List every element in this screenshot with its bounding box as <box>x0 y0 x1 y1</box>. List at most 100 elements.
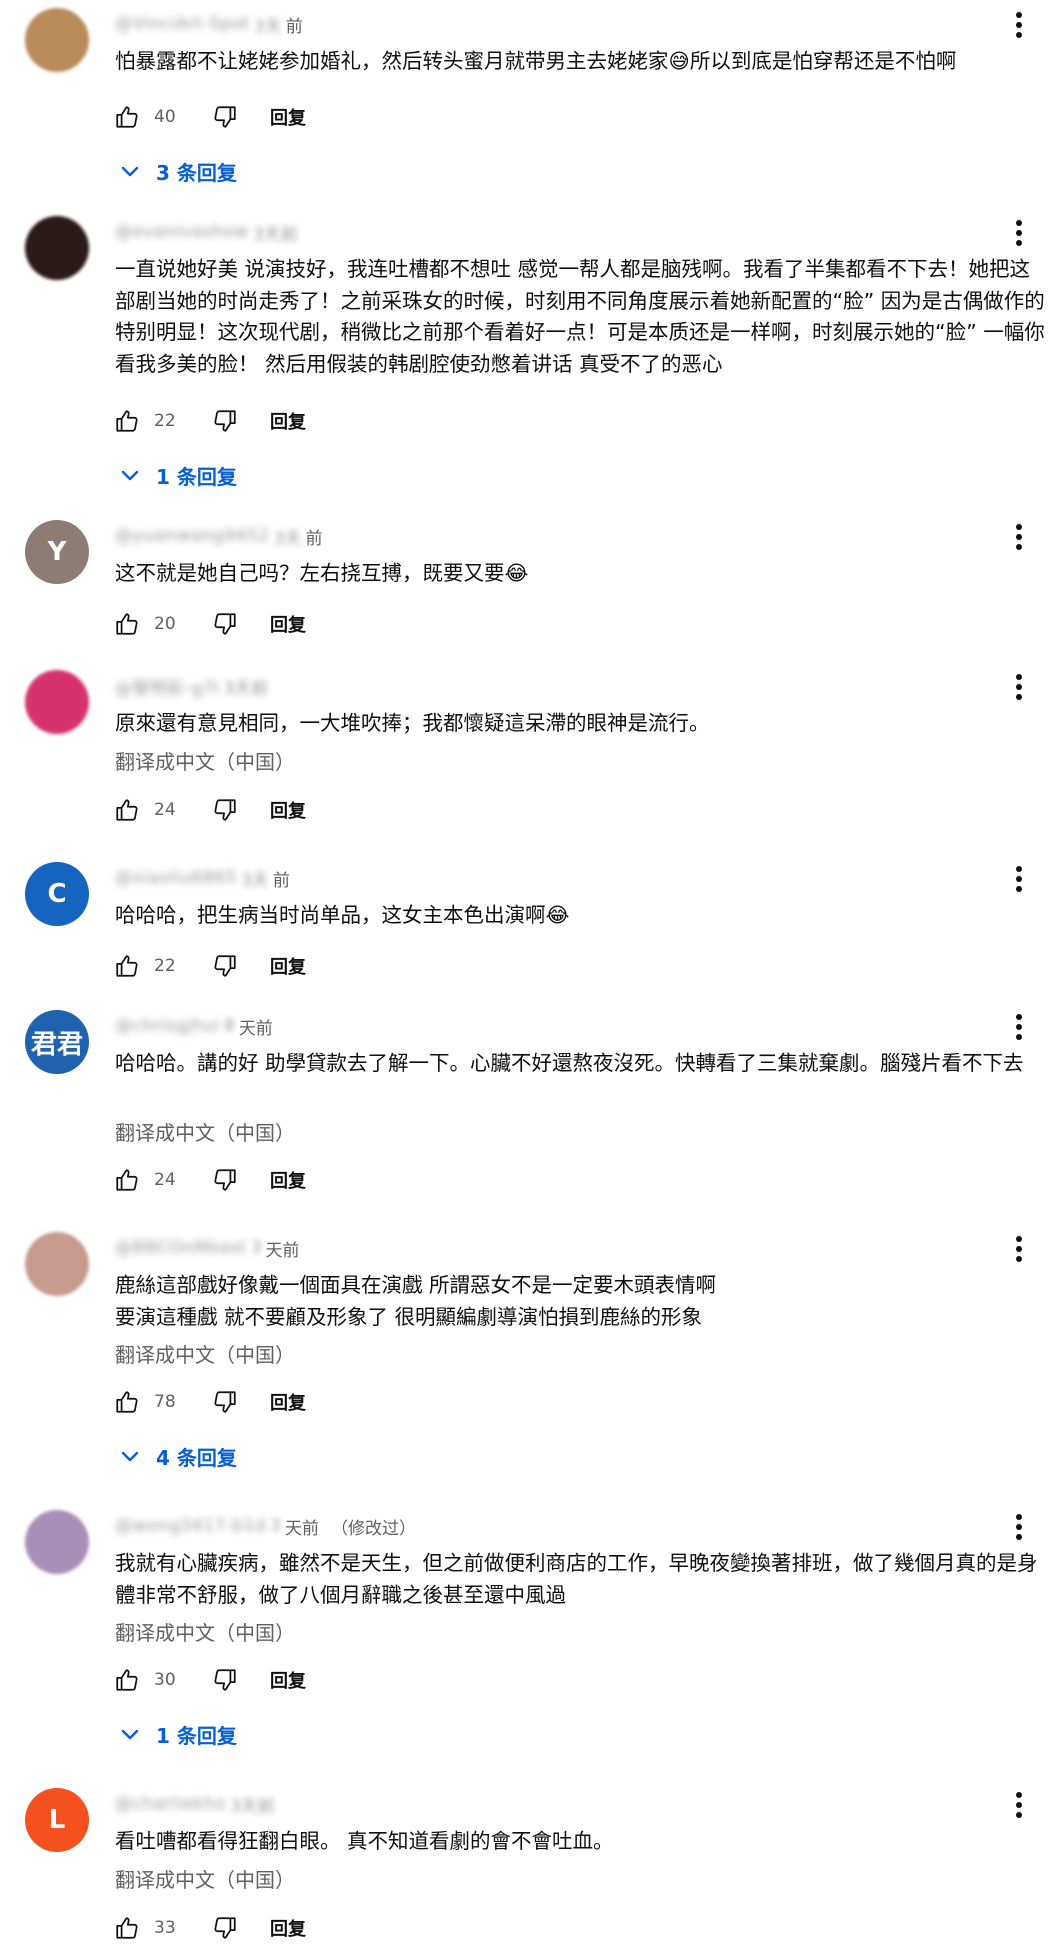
avatar[interactable] <box>25 1232 89 1296</box>
dislike-icon[interactable] <box>210 795 240 825</box>
comment-meta: @yuanwang9452 3天前 <box>115 522 323 550</box>
timestamp-blurred: 3天 <box>253 16 282 37</box>
author-handle[interactable]: @wong3417-b1d <box>115 1516 266 1536</box>
view-replies-button[interactable]: 1 条回复 <box>118 1717 237 1751</box>
timestamp[interactable]: 天前 <box>285 1514 319 1539</box>
chevron-down-icon <box>118 1444 142 1468</box>
timestamp[interactable]: 前 <box>273 866 290 891</box>
reply-button[interactable]: 回复 <box>270 797 306 823</box>
like-icon[interactable] <box>112 1665 142 1695</box>
author-handle[interactable]: @黎明彩-g7l <box>115 674 219 699</box>
dislike-icon[interactable] <box>210 1165 240 1195</box>
like-count: 22 <box>154 956 176 976</box>
chevron-down-icon <box>118 463 142 487</box>
reply-button[interactable]: 回复 <box>270 611 306 637</box>
author-handle[interactable]: @yuanwang9452 <box>115 526 270 546</box>
more-actions-icon[interactable] <box>1005 1010 1033 1044</box>
reply-button[interactable]: 回复 <box>270 1167 306 1193</box>
avatar[interactable]: Y <box>25 520 89 584</box>
timestamp-blurred: 3 <box>250 1238 262 1258</box>
author-handle[interactable]: @VinciArt-Spot <box>115 14 250 34</box>
translate-link[interactable]: 翻译成中文（中国） <box>115 1339 295 1368</box>
avatar-initial: Y <box>47 537 67 567</box>
avatar[interactable] <box>25 1510 89 1574</box>
chevron-down-icon <box>118 159 142 183</box>
timestamp[interactable]: 天前 <box>239 1014 273 1039</box>
chevron-down-icon <box>118 1722 142 1746</box>
replies-count-label: 3 条回复 <box>156 160 237 185</box>
dislike-icon[interactable] <box>210 609 240 639</box>
comment-text: 我就有心臟疾病，雖然不是天生，但之前做便利商店的工作，早晚夜變換著排班，做了幾個… <box>115 1551 1038 1607</box>
translate-link[interactable]: 翻译成中文（中国） <box>115 1117 295 1146</box>
more-actions-icon[interactable] <box>1005 520 1033 554</box>
like-icon[interactable] <box>112 609 142 639</box>
dislike-icon[interactable] <box>210 1665 240 1695</box>
author-handle[interactable]: @chrisgjhui <box>115 1016 220 1036</box>
avatar[interactable] <box>25 216 89 280</box>
more-actions-icon[interactable] <box>1005 862 1033 896</box>
comment-text: 原來還有意見相同，一大堆吹捧；我都懷疑這呆滯的眼神是流行。 <box>115 711 710 735</box>
reply-button[interactable]: 回复 <box>270 1667 306 1693</box>
like-icon[interactable] <box>112 951 142 981</box>
more-actions-icon[interactable] <box>1005 8 1033 42</box>
more-actions-icon[interactable] <box>1005 216 1033 250</box>
comment-text: 这不就是她自己吗？左右挠互搏，既要又要😂 <box>115 561 529 585</box>
avatar[interactable]: 君君 <box>25 1010 89 1074</box>
view-replies-button[interactable]: 3 条回复 <box>118 154 237 188</box>
dislike-icon[interactable] <box>210 1387 240 1417</box>
translate-link[interactable]: 翻译成中文（中国） <box>115 1864 295 1893</box>
comment-text: 一直说她好美 说演技好，我连吐槽都不想吐 感觉一帮人都是脑残啊。我看了半集都看不… <box>115 257 1045 376</box>
view-replies-button[interactable]: 1 条回复 <box>118 458 237 492</box>
more-actions-icon[interactable] <box>1005 1232 1033 1266</box>
avatar[interactable]: L <box>25 1788 89 1852</box>
comment-meta: @VinciArt-Spot 3天前 <box>115 10 303 38</box>
avatar[interactable] <box>25 8 89 72</box>
comment-actions: 33 回复 <box>112 1911 306 1945</box>
more-actions-icon[interactable] <box>1005 1510 1033 1544</box>
comment-text: 哈哈哈，把生病当时尚单品，这女主本色出演啊😂 <box>115 903 570 927</box>
view-replies-button[interactable]: 4 条回复 <box>118 1439 237 1473</box>
like-icon[interactable] <box>112 1165 142 1195</box>
like-icon[interactable] <box>112 795 142 825</box>
author-handle[interactable]: @charliekho <box>115 1794 226 1814</box>
reply-button[interactable]: 回复 <box>270 408 306 434</box>
comment-meta: @chrisgjhui 8 天前 <box>115 1012 273 1040</box>
dislike-icon[interactable] <box>210 951 240 981</box>
translate-link[interactable]: 翻译成中文（中国） <box>115 1617 295 1646</box>
like-icon[interactable] <box>112 1387 142 1417</box>
comment-actions: 22 回复 <box>112 404 306 438</box>
replies-count-label: 4 条回复 <box>156 1445 237 1470</box>
comment-text: 看吐嘈都看得狂翻白眼。 真不知道看劇的會不會吐血。 <box>115 1829 614 1853</box>
reply-button[interactable]: 回复 <box>270 104 306 130</box>
avatar[interactable]: C <box>25 862 89 926</box>
like-icon[interactable] <box>112 102 142 132</box>
dislike-icon[interactable] <box>210 406 240 436</box>
reply-button[interactable]: 回复 <box>270 1915 306 1941</box>
author-handle[interactable]: @xiaoliu6865 <box>115 868 237 888</box>
like-icon[interactable] <box>112 1913 142 1943</box>
reply-button[interactable]: 回复 <box>270 953 306 979</box>
timestamp[interactable]: 前 <box>286 12 303 37</box>
like-count: 20 <box>154 614 176 634</box>
more-actions-icon[interactable] <box>1005 670 1033 704</box>
author-handle[interactable]: @BBCOnMkast <box>115 1238 247 1258</box>
comment-meta: @wong3417-b1d 3 天前 （修改过） <box>115 1512 416 1540</box>
comment-actions: 22 回复 <box>112 949 306 983</box>
timestamp[interactable]: 前 <box>306 524 323 549</box>
reply-button[interactable]: 回复 <box>270 1389 306 1415</box>
timestamp-blurred: 8 <box>223 1016 235 1036</box>
timestamp[interactable]: 天前 <box>266 1236 300 1261</box>
author-handle[interactable]: @evanivashow <box>115 222 249 242</box>
dislike-icon[interactable] <box>210 102 240 132</box>
dislike-icon[interactable] <box>210 1913 240 1943</box>
like-icon[interactable] <box>112 406 142 436</box>
like-count: 78 <box>154 1392 176 1412</box>
avatar-initial: L <box>48 1805 66 1835</box>
edited-label: （修改过） <box>331 1518 416 1539</box>
avatar[interactable] <box>25 670 89 734</box>
more-actions-icon[interactable] <box>1005 1788 1033 1822</box>
comment-text: 哈哈哈。講的好 助學貸款去了解一下。心臟不好還熬夜沒死。快轉看了三集就棄劇。腦殘… <box>115 1051 1024 1075</box>
comment-actions: 20 回复 <box>112 607 306 641</box>
translate-link[interactable]: 翻译成中文（中国） <box>115 746 295 775</box>
timestamp-blurred: 3天前 <box>252 224 298 245</box>
